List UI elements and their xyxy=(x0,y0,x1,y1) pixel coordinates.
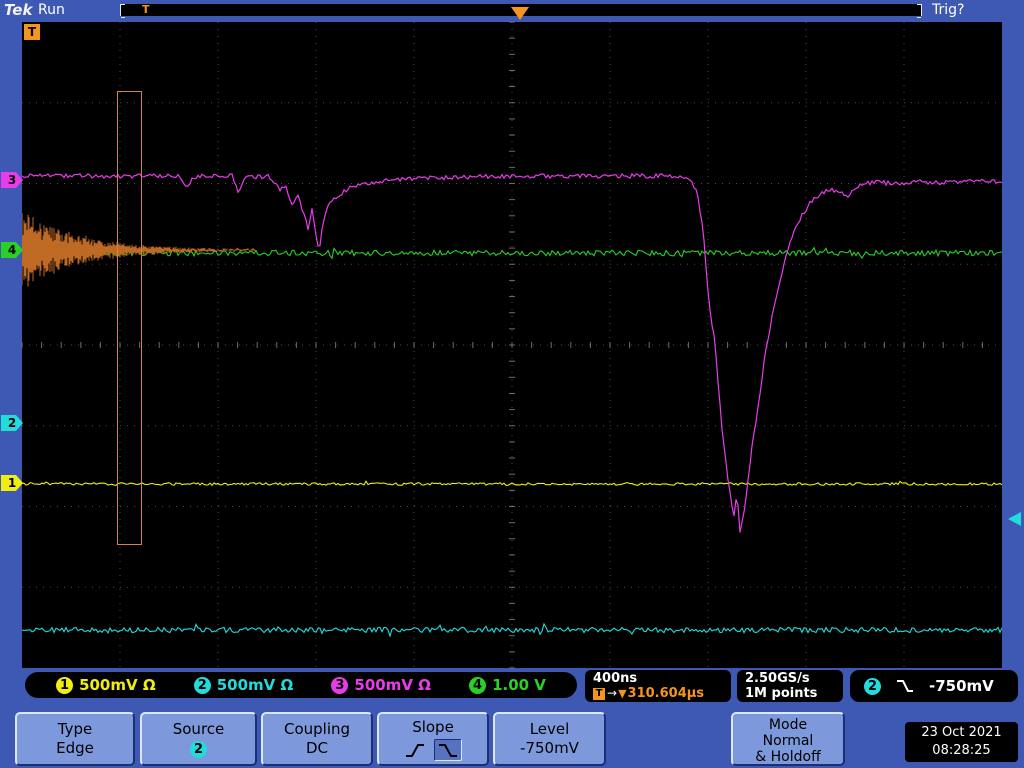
ch2-badge: 2 xyxy=(193,676,211,694)
trigger-position-badge: T xyxy=(24,24,40,40)
trigger-readout: 2 -750mV xyxy=(850,670,1018,702)
trigger-status-label: Trig? xyxy=(932,2,965,18)
ch4-scale: 1.00 V xyxy=(492,676,546,694)
ch3-badge: 3 xyxy=(331,676,349,694)
ch1-position-marker: 1 xyxy=(1,475,23,491)
delay-marker-icon: ▼ xyxy=(618,687,627,700)
type-value: Edge xyxy=(56,739,94,757)
source-title: Source xyxy=(172,720,225,738)
record-trigger-marker: T xyxy=(142,3,150,16)
waveform-traces xyxy=(22,172,1002,638)
ch3-scale: 500mV Ω xyxy=(354,676,431,694)
mode-value2: & Holdoff xyxy=(755,749,821,765)
trigger-level-value: -750mV xyxy=(929,677,994,695)
sample-rate: 2.50GS/s xyxy=(745,671,810,686)
zoom-window-outline xyxy=(117,91,142,545)
graticule-background xyxy=(22,22,1002,668)
horizontal-readout: 400ns T → ▼ 310.604µs xyxy=(585,670,731,702)
slope-options xyxy=(379,739,487,761)
menu-button-mode[interactable]: Mode Normal & Holdoff xyxy=(731,712,845,766)
coupling-value: DC xyxy=(305,739,329,757)
menu-button-coupling[interactable]: Coupling DC xyxy=(261,712,373,766)
datetime-display: 23 Oct 2021 08:28:25 xyxy=(905,722,1018,762)
channel-scale-readouts: 1 500mV Ω 2 500mV Ω 3 500mV Ω 4 1.00 V xyxy=(25,672,577,698)
ch4-badge: 4 xyxy=(469,676,487,694)
menu-button-level[interactable]: Level -750mV xyxy=(493,712,606,766)
ch4-position-marker: 4 xyxy=(1,242,23,258)
graticule-and-traces xyxy=(21,21,1002,669)
level-value: -750mV xyxy=(520,739,579,757)
falling-slope-option-icon xyxy=(439,744,457,757)
type-title: Type xyxy=(57,720,93,738)
menu-button-source[interactable]: Source 2 xyxy=(140,712,257,766)
expansion-point-marker-icon xyxy=(511,7,529,20)
falling-slope-selected xyxy=(434,739,462,761)
ch2-readout: 2 500mV Ω xyxy=(193,676,294,694)
tek-logo: Tek xyxy=(4,1,33,19)
ch1-scale: 500mV Ω xyxy=(79,676,156,694)
ch1-badge: 1 xyxy=(56,676,74,694)
ch1-readout: 1 500mV Ω xyxy=(56,676,156,694)
trigger-t-icon: T xyxy=(593,687,605,700)
arrow-icon: → xyxy=(607,686,618,700)
rising-slope-icon xyxy=(406,744,424,757)
source-channel-badge: 2 xyxy=(190,741,207,758)
ch2-scale: 500mV Ω xyxy=(216,676,294,694)
time-value: 08:28:25 xyxy=(932,743,991,758)
ch2-position-marker: 2 xyxy=(1,415,23,431)
ch3-readout: 3 500mV Ω xyxy=(331,676,431,694)
menu-button-slope[interactable]: Slope xyxy=(377,712,489,766)
falling-slope-icon xyxy=(897,680,913,692)
trigger-source-badge: 2 xyxy=(864,677,881,695)
trigger-level-arrow-icon xyxy=(1008,512,1021,526)
date-value: 23 Oct 2021 xyxy=(921,725,1002,740)
delay-value: 310.604µs xyxy=(627,686,705,701)
ch4-readout: 4 1.00 V xyxy=(469,676,546,694)
timebase-readout: 400ns xyxy=(593,671,638,686)
level-title: Level xyxy=(529,720,570,738)
mode-value: Normal xyxy=(762,733,814,749)
oscilloscope-screen: Tek Run T Trig? T 3 4 2 1 1 500mV Ω 2 50… xyxy=(0,0,1024,768)
graticule-grid xyxy=(21,21,1002,669)
record-length: 1M points xyxy=(745,686,818,701)
slope-title: Slope xyxy=(412,718,454,736)
acquisition-status: Run xyxy=(38,2,65,18)
coupling-title: Coupling xyxy=(283,720,351,738)
menu-button-type[interactable]: Type Edge xyxy=(15,712,135,766)
acquisition-readout: 2.50GS/s 1M points xyxy=(737,670,843,702)
trigger-delay-readout: T → ▼ 310.604µs xyxy=(593,686,731,701)
mode-title: Mode xyxy=(768,717,808,733)
ch3-position-marker: 3 xyxy=(1,172,23,188)
